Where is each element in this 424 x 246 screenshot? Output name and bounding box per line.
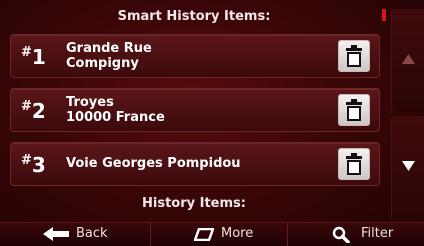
rank-number: 3 bbox=[31, 153, 46, 177]
delete-item-button[interactable] bbox=[338, 148, 370, 180]
item-postcode-country: 10000 France bbox=[66, 110, 165, 125]
search-icon bbox=[332, 226, 350, 243]
filter-label: Filter bbox=[361, 226, 394, 241]
bottom-toolbar: Back More Filter bbox=[0, 222, 424, 246]
item-city: Troyes bbox=[66, 95, 114, 110]
trash-icon bbox=[346, 45, 362, 67]
rank-number: 2 bbox=[31, 99, 46, 123]
rank-hash: # bbox=[21, 99, 32, 114]
history-screen: Smart History Items: #1 Grande Rue Compi… bbox=[0, 0, 424, 246]
arrow-up-icon bbox=[402, 54, 415, 64]
item-city: Compigny bbox=[66, 56, 139, 71]
item-rank: #3 bbox=[21, 153, 46, 177]
history-item[interactable]: #1 Grande Rue Compigny bbox=[10, 34, 380, 78]
item-rank: #2 bbox=[21, 99, 46, 123]
rank-hash: # bbox=[21, 45, 32, 60]
arrow-left-icon bbox=[43, 227, 69, 241]
smart-history-header: Smart History Items: bbox=[117, 9, 271, 24]
delete-item-button[interactable] bbox=[338, 94, 370, 126]
history-items-header: History Items: bbox=[142, 196, 246, 211]
back-button[interactable]: Back bbox=[0, 223, 147, 246]
rank-hash: # bbox=[21, 153, 32, 168]
delete-item-button[interactable] bbox=[338, 40, 370, 72]
history-item[interactable]: #3 Voie Georges Pompidou bbox=[10, 142, 380, 186]
rank-number: 1 bbox=[31, 45, 46, 69]
more-label: More bbox=[221, 226, 254, 241]
back-label: Back bbox=[76, 226, 108, 241]
scroll-position-indicator bbox=[382, 9, 386, 21]
scroll-up-button[interactable] bbox=[391, 9, 424, 113]
trash-icon bbox=[346, 153, 362, 175]
filter-button[interactable]: Filter bbox=[290, 223, 424, 246]
history-item[interactable]: #2 Troyes 10000 France bbox=[10, 88, 380, 132]
item-street: Grande Rue bbox=[66, 41, 152, 56]
trash-icon bbox=[346, 99, 362, 121]
more-icon bbox=[194, 228, 214, 241]
more-button[interactable]: More bbox=[150, 223, 288, 246]
item-rank: #1 bbox=[21, 45, 46, 69]
item-street: Voie Georges Pompidou bbox=[66, 156, 241, 171]
arrow-down-icon bbox=[402, 161, 415, 171]
scroll-down-button[interactable] bbox=[391, 116, 424, 221]
